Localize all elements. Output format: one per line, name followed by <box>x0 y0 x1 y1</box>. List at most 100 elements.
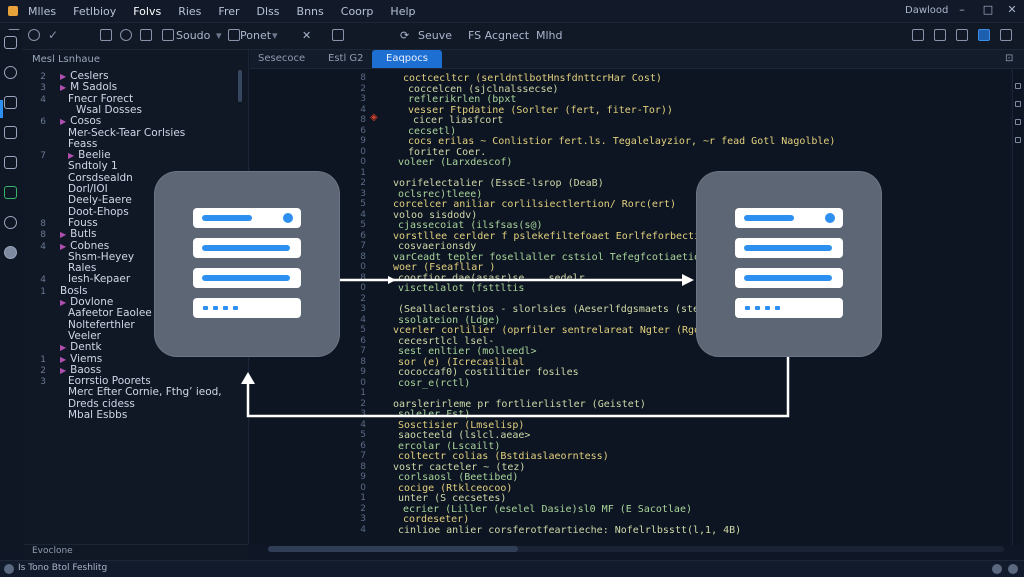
feedback-icon[interactable] <box>1008 564 1018 574</box>
menu-item-3[interactable]: Folvs <box>133 5 161 18</box>
code-line[interactable]: (Seallaclerstios - slorlsies (Aeserlfdgs… <box>398 304 705 315</box>
code-line[interactable]: soleler Fst) <box>398 409 470 420</box>
account-toggle-icon[interactable] <box>978 29 990 41</box>
breakpoint-icon[interactable]: ◈ <box>370 113 380 123</box>
remote-status-icon[interactable] <box>4 564 14 574</box>
code-line[interactable]: voleer (Larxdescof) <box>398 157 512 168</box>
tree-item[interactable]: Corsdsealdn <box>32 172 133 184</box>
menu-item-5[interactable]: Frer <box>218 5 239 18</box>
tab-active[interactable]: Eaqpocs <box>372 50 442 68</box>
files-icon[interactable] <box>4 36 17 49</box>
tree-item[interactable]: 3 ▶ M Sadols <box>32 81 117 93</box>
menu-item-4[interactable]: Ries <box>178 5 201 18</box>
tree-item[interactable]: Feass <box>32 138 97 150</box>
tree-item[interactable]: Mer-Seck-Tear Corlsies <box>32 127 185 139</box>
code-line[interactable]: cinlioe anlier corsferotfeartieche: Nofe… <box>398 525 741 536</box>
code-line[interactable]: ercolar (Lscailt) <box>398 441 500 452</box>
code-line[interactable]: cosvaerionsdy <box>398 241 476 252</box>
chevron-right-icon[interactable]: ▶ <box>60 83 66 92</box>
editor-horizontal-scrollbar[interactable] <box>268 546 1004 552</box>
code-line[interactable]: corcelcer aniliar corlilsiectlertion/ Ro… <box>393 199 676 210</box>
toolbar-item-1[interactable]: Soudo <box>176 29 210 42</box>
tab-1[interactable]: Sesecoce <box>258 50 305 68</box>
more-icon[interactable] <box>1000 29 1012 41</box>
source-control-icon[interactable] <box>4 96 17 109</box>
panel-label[interactable]: Evoclone <box>32 546 73 556</box>
chevron-right-icon[interactable]: ▶ <box>60 117 66 126</box>
tree-item[interactable]: Aafeetor Eaolee <box>32 307 152 319</box>
chevron-right-icon[interactable]: ▶ <box>60 298 66 307</box>
open-icon[interactable] <box>28 29 40 41</box>
code-line[interactable]: vorstllee cerlder f pslekefiltefoaet Eor… <box>393 231 712 242</box>
code-line[interactable]: vostr cacteler ~ (tez) <box>393 462 525 473</box>
pin-icon[interactable]: ✕ <box>302 29 311 42</box>
toolbar-item-3[interactable]: Seuve <box>418 29 452 42</box>
tree-item[interactable]: 8 ▶ Butls <box>32 228 96 240</box>
tree-item[interactable]: 4 Fnecr Forect <box>32 93 133 105</box>
editor-vertical-scrollbar[interactable] <box>1012 69 1023 545</box>
toolbar-item-2[interactable]: Ponet <box>240 29 271 42</box>
split-icon[interactable] <box>332 29 344 41</box>
tree-item[interactable]: Veeler <box>32 330 101 342</box>
tree-item[interactable]: 4 Iesh-Kepaer <box>32 273 130 285</box>
tree-item[interactable]: ▶ Dovlone <box>32 296 113 308</box>
account-icon[interactable] <box>4 246 17 259</box>
code-editor[interactable]: 8 coctcecltcr (serldntlbotHnsfdnttcrHar C… <box>250 69 1010 545</box>
close-icon[interactable]: ✕ <box>1006 4 1018 16</box>
tab-overflow-icon[interactable]: ⊡ <box>1005 50 1013 68</box>
menu-item-2[interactable]: Fetlbioy <box>73 5 116 18</box>
sidebar-toggle-icon[interactable] <box>956 29 968 41</box>
code-line[interactable]: coctcecltcr (serldntlbotHnsfdnttcrHar Co… <box>403 73 662 84</box>
tab-2[interactable]: Estl G2 <box>328 50 364 68</box>
code-line[interactable]: cosr_e(rctl) <box>398 378 470 389</box>
code-line[interactable]: voloo sisdodv) <box>393 210 477 221</box>
code-line[interactable]: visctelalot (fsttltis <box>398 283 524 294</box>
code-line[interactable]: cococcaf0) costilitier fosiles <box>398 367 579 378</box>
chevron-right-icon[interactable]: ▶ <box>68 151 74 160</box>
code-line[interactable]: cjassecoiat (ilsfsas(s@) <box>398 220 543 231</box>
remote-icon[interactable] <box>4 186 17 199</box>
code-line[interactable]: sest enltier (molleedl> <box>398 346 536 357</box>
tree-item[interactable]: Wsal Dosses <box>32 104 142 116</box>
chevron-right-icon[interactable]: ▶ <box>60 242 66 251</box>
tree-item[interactable]: 4 ▶ Cobnes <box>32 240 109 252</box>
code-line[interactable]: varCeadt tepler fosellaller cstsiol Tefe… <box>393 252 706 263</box>
extensions-icon[interactable] <box>4 156 17 169</box>
sidebar-scrollbar[interactable] <box>238 70 242 102</box>
tree-item[interactable]: Dorl/IOI <box>32 183 108 195</box>
copy-icon[interactable] <box>140 29 152 41</box>
chevron-right-icon[interactable]: ▶ <box>60 230 66 239</box>
menu-item-1[interactable]: Mlles <box>28 5 56 18</box>
code-line[interactable]: Sosctisier (Lmselisp) <box>398 420 524 431</box>
tree-item[interactable]: Merc Efter Cornie, Fthg’ ieod, <box>32 386 222 398</box>
tree-item[interactable]: Rales <box>32 262 96 274</box>
tree-item[interactable]: 8 Fouss <box>32 217 97 229</box>
code-line[interactable]: unter (S cecsetes) <box>398 493 506 504</box>
code-line[interactable]: oarslerirleme pr fortlierlistler (Geiste… <box>393 399 646 410</box>
sync-icon[interactable]: ⟳ <box>400 29 409 42</box>
maximize-icon[interactable]: □ <box>982 4 994 16</box>
layout-icon[interactable] <box>912 29 924 41</box>
panel-icon[interactable] <box>934 29 946 41</box>
check-icon[interactable]: ✓ <box>48 29 60 41</box>
code-line[interactable]: coccelcen (sjclnalssecse) <box>408 84 559 95</box>
code-line[interactable]: reflerikrlen (bpxt <box>408 94 516 105</box>
code-line[interactable]: cocs erilas ~ Conlistior fert.ls. Tegale… <box>408 136 835 147</box>
tree-item[interactable]: 3 Eorrstio Poorets <box>32 375 150 387</box>
tree-item[interactable]: Sndtoly 1 <box>32 160 118 172</box>
tree-item[interactable]: Dreds cidess <box>32 398 135 410</box>
chevron-right-icon[interactable]: ▶ <box>60 343 66 352</box>
tree-item[interactable]: ▶ Dentk <box>32 341 102 353</box>
code-line[interactable]: cecesrtlcl lsel- <box>398 336 494 347</box>
code-line[interactable]: ssolateion (Ldge) <box>398 315 500 326</box>
tree-item[interactable]: 2 ▶ Baoss <box>32 364 101 376</box>
tree-item[interactable]: 1 Bosls <box>32 285 87 297</box>
tree-item[interactable]: 1 ▶ Viems <box>32 353 102 365</box>
toolbar-item-5[interactable]: Mlhd <box>536 29 563 42</box>
code-line[interactable]: foriter Coer. <box>408 147 486 158</box>
chevron-right-icon[interactable]: ▶ <box>60 72 66 81</box>
code-line[interactable]: woer (Fseafllar ) <box>393 262 495 273</box>
chevron-down-icon[interactable]: ▾ <box>272 29 278 42</box>
code-line[interactable]: vesser Ftpdatine (Sorlter (fert, fiter-T… <box>408 105 673 116</box>
tree-item[interactable]: Mbal Esbbs <box>32 409 127 421</box>
